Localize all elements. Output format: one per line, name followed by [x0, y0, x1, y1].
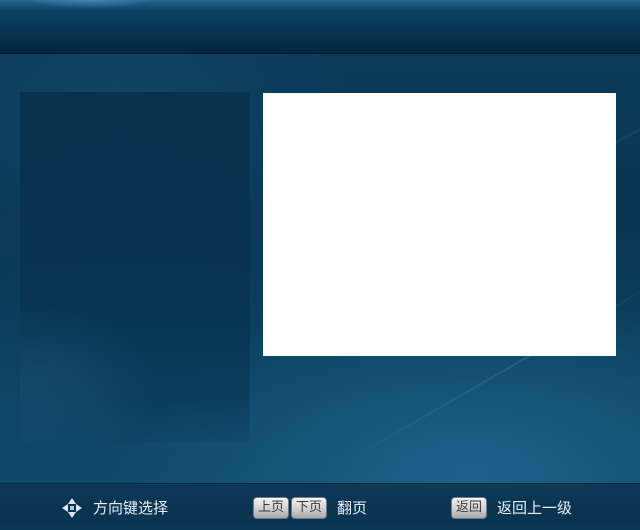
tv-menu-screen: 方向键选择 上页 下页 翻页 返回 返回上一级 — [0, 0, 640, 530]
paging-hint-label: 翻页 — [337, 499, 368, 517]
preview-pane — [263, 93, 616, 356]
page-up-key[interactable]: 上页 — [253, 496, 290, 519]
navigate-hint: 方向键选择 — [61, 484, 168, 530]
paging-hint: 上页 下页 翻页 — [253, 484, 367, 530]
footer-hint-bar: 方向键选择 上页 下页 翻页 返回 返回上一级 — [0, 483, 640, 530]
navigate-hint-label: 方向键选择 — [93, 499, 169, 517]
back-hint: 返回 返回上一级 — [451, 484, 572, 530]
top-bar — [0, 0, 640, 53]
back-hint-label: 返回上一级 — [497, 499, 573, 517]
back-key[interactable]: 返回 — [451, 496, 488, 519]
dpad-arrows-icon — [62, 497, 82, 518]
page-down-key[interactable]: 下页 — [291, 496, 328, 519]
menu-list-panel-glow — [20, 300, 160, 442]
